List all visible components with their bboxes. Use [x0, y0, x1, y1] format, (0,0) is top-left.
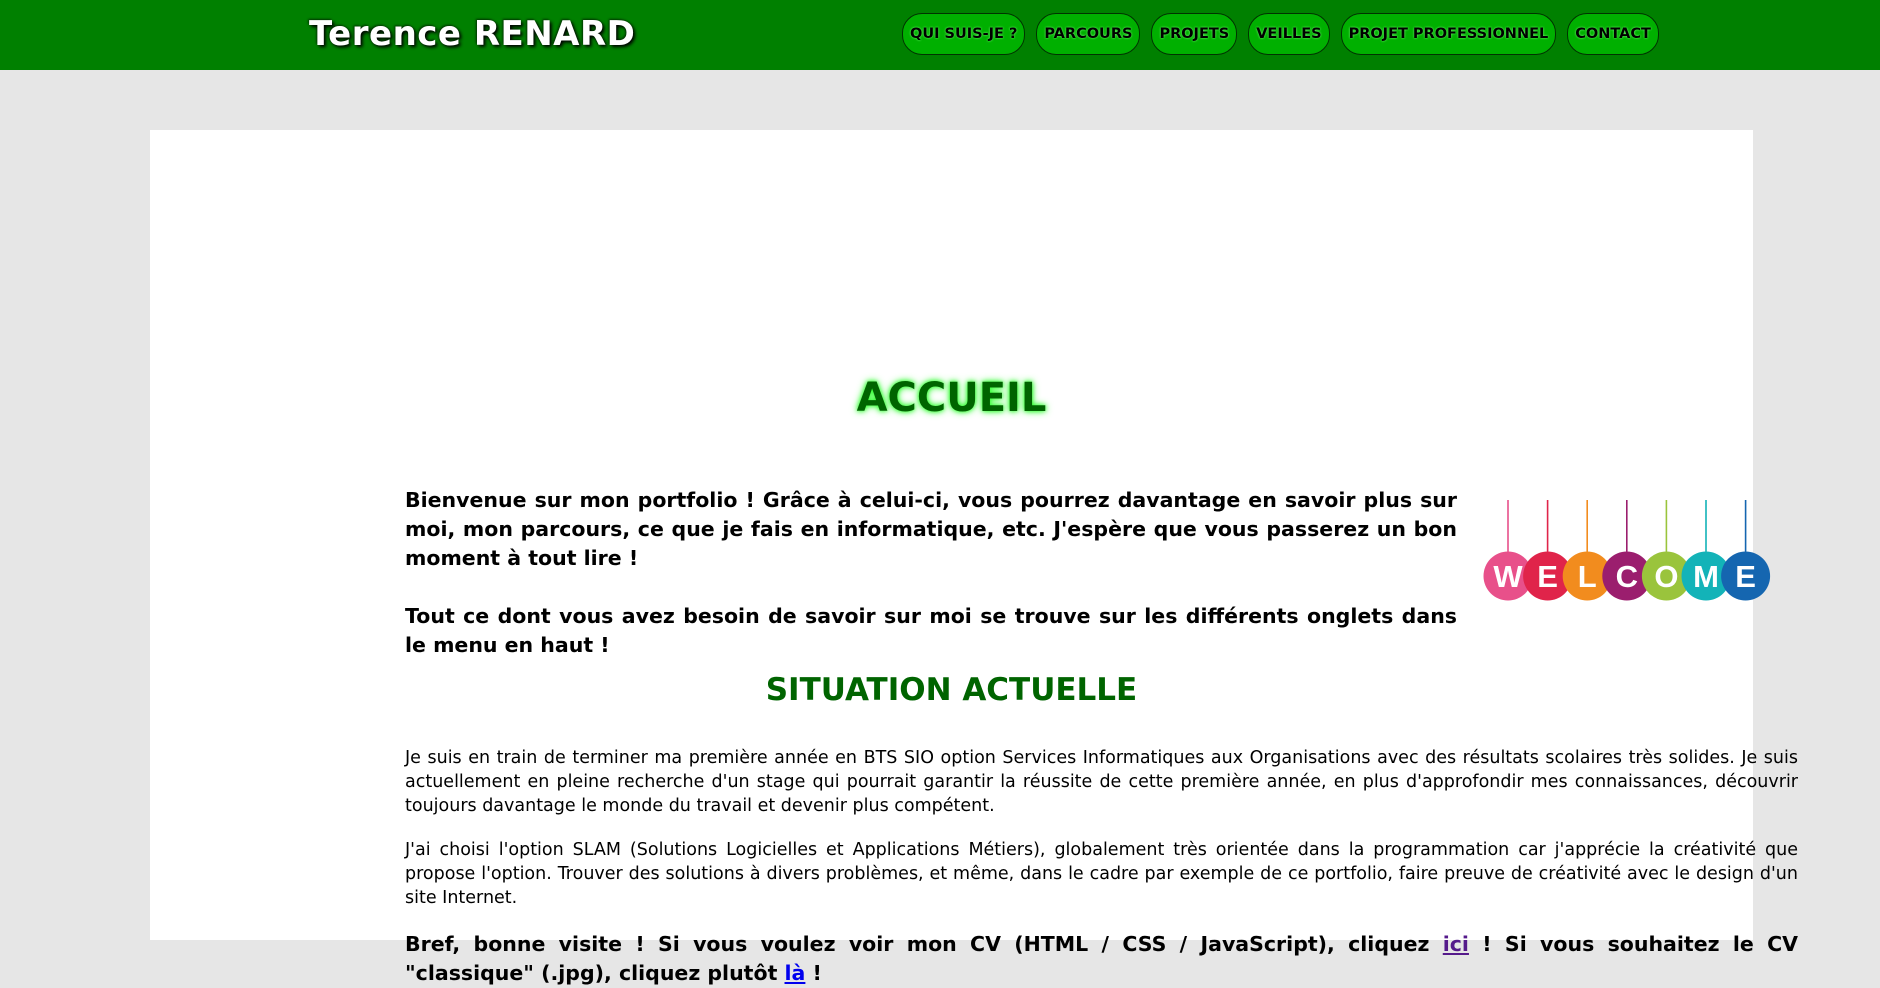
welcome-letter: W	[1493, 559, 1523, 594]
content-card: ACCUEIL Bienvenue sur mon portfolio ! Gr…	[150, 130, 1798, 985]
welcome-letter: E	[1537, 559, 1558, 594]
cv-html-link[interactable]: ici	[1443, 932, 1469, 956]
situation-title: SITUATION ACTUELLE	[765, 672, 1138, 708]
closing-paragraph: Bref, bonne visite ! Si vous voulez voir…	[405, 930, 1798, 988]
nav-item-parcours[interactable]: PARCOURS	[1036, 13, 1141, 55]
welcome-letter: O	[1654, 559, 1678, 594]
intro-text: Bienvenue sur mon portfolio ! Grâce à ce…	[405, 486, 1457, 660]
welcome-letter: C	[1616, 559, 1638, 594]
welcome-image: WELCOME	[1483, 500, 1771, 601]
welcome-letter: L	[1578, 559, 1597, 594]
nav-item-veilles[interactable]: VEILLES	[1248, 13, 1330, 55]
nav-item-qui-suis-je[interactable]: QUI SUIS-JE ?	[902, 13, 1026, 55]
welcome-letter: E	[1735, 559, 1756, 594]
closing-text-1: Bref, bonne visite ! Si vous voulez voir…	[405, 932, 1443, 956]
situation-text: Je suis en train de terminer ma première…	[405, 746, 1798, 988]
closing-text-3: !	[805, 961, 822, 985]
main-nav: QUI SUIS-JE ? PARCOURS PROJETS VEILLES P…	[902, 13, 1659, 57]
nav-item-projets[interactable]: PROJETS	[1151, 13, 1238, 55]
top-navigation-bar: Terence RENARD QUI SUIS-JE ? PARCOURS PR…	[0, 0, 1880, 70]
nav-item-projet-professionnel[interactable]: PROJET PROFESSIONNEL	[1340, 13, 1557, 55]
welcome-letter: M	[1693, 559, 1719, 594]
page-title: ACCUEIL	[856, 375, 1047, 421]
site-title[interactable]: Terence RENARD	[309, 14, 635, 54]
intro-paragraph-1: Bienvenue sur mon portfolio ! Grâce à ce…	[405, 488, 1457, 570]
situation-paragraph-1: Je suis en train de terminer ma première…	[405, 748, 1798, 816]
intro-paragraph-2: Tout ce dont vous avez besoin de savoir …	[405, 604, 1457, 657]
cv-jpg-link[interactable]: là	[785, 961, 806, 985]
situation-paragraph-2: J'ai choisi l'option SLAM (Solutions Log…	[405, 840, 1798, 908]
nav-item-contact[interactable]: CONTACT	[1567, 13, 1659, 55]
